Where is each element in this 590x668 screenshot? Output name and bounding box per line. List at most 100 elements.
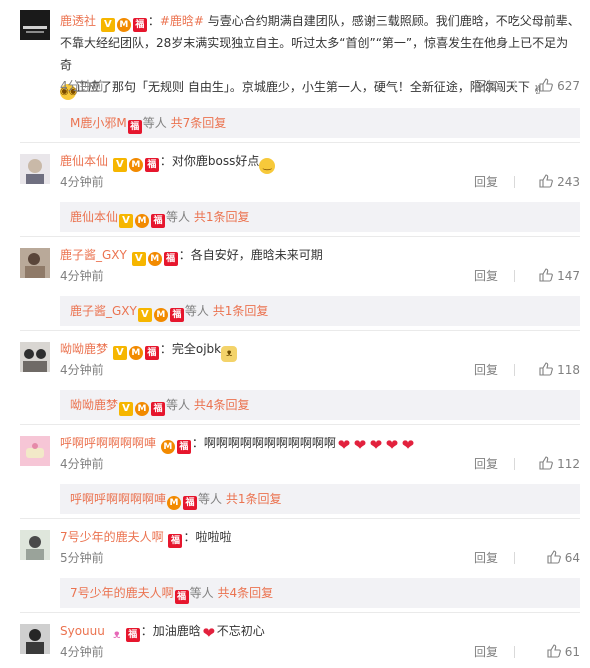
red-envelope-badge-icon: 福 xyxy=(183,496,198,510)
comment-meta: 4分钟前 回复 61 xyxy=(60,642,580,662)
divider xyxy=(20,424,580,425)
like-count: 61 xyxy=(564,645,580,659)
reply-count-link[interactable]: 共1条回复 xyxy=(194,210,250,224)
divider xyxy=(514,646,515,658)
red-envelope-badge-icon[interactable]: 福 xyxy=(163,252,178,266)
comment-text: 啦啦啦 xyxy=(195,530,232,544)
comment-text: 对你鹿boss好点 xyxy=(171,154,260,168)
comment-content: 鹿仙本仙 V M 福：对你鹿boss好点 ‿ xyxy=(60,150,580,174)
reply-button[interactable]: 回复 xyxy=(474,642,498,662)
like-button[interactable]: 627 xyxy=(522,76,580,96)
like-button[interactable]: 112 xyxy=(522,454,580,474)
reply-count-link[interactable]: 共1条回复 xyxy=(226,492,282,506)
thumbs-up-icon xyxy=(547,644,561,658)
reply-count-link[interactable]: 共4条回复 xyxy=(194,398,250,412)
reply-button[interactable]: 回复 xyxy=(474,548,498,568)
like-count: 147 xyxy=(557,269,580,283)
verified-badge-icon: V xyxy=(137,308,152,322)
verified-badge-icon: V xyxy=(119,214,134,228)
reply-button[interactable]: 回复 xyxy=(474,76,498,96)
reply-summary[interactable]: 7号少年的鹿夫人啊福等人 共4条回复 xyxy=(60,578,580,608)
red-envelope-badge-icon[interactable]: 福 xyxy=(168,534,183,548)
comment-username[interactable]: 鹿仙本仙 xyxy=(60,154,108,168)
member-badge-icon[interactable]: M xyxy=(128,158,143,172)
red-envelope-badge-icon[interactable]: 福 xyxy=(125,628,140,642)
timestamp: 4分钟前 xyxy=(60,645,104,659)
comment-text: 啊啊啊啊啊啊啊啊啊啊啊 xyxy=(203,436,336,450)
verified-badge-icon[interactable]: V xyxy=(131,252,146,266)
reply-count-link[interactable]: 共7条回复 xyxy=(171,116,227,130)
comment-colon: ： xyxy=(191,436,204,450)
reply-username[interactable]: 呼啊呼啊啊啊啊唓 xyxy=(70,492,166,506)
divider xyxy=(20,236,580,237)
reply-summary[interactable]: 鹿子酱_GXY V M 福等人 共1条回复 xyxy=(60,296,580,326)
red-envelope-badge-icon[interactable]: 福 xyxy=(132,18,147,32)
comment-content: 鹿子酱_GXY V M 福：各自安好，鹿晗未来可期 xyxy=(60,244,580,266)
avatar[interactable] xyxy=(20,530,50,560)
comment-username[interactable]: 呦呦鹿梦 xyxy=(60,342,108,356)
comment-username[interactable]: 7号少年的鹿夫人啊 xyxy=(60,530,164,544)
divider xyxy=(514,176,515,188)
reply-suffix: 等人 xyxy=(198,492,223,506)
verified-badge-icon[interactable]: V xyxy=(100,18,115,32)
comment-meta: 4分钟前 回复 112 xyxy=(60,454,580,474)
verified-badge-icon[interactable]: V xyxy=(112,346,127,360)
reply-username[interactable]: 7号少年的鹿夫人啊 xyxy=(70,586,174,600)
divider xyxy=(20,330,580,331)
like-button[interactable]: 118 xyxy=(522,360,580,380)
reply-button[interactable]: 回复 xyxy=(474,454,498,474)
avatar[interactable] xyxy=(20,10,50,40)
member-badge-icon[interactable]: M xyxy=(147,252,162,266)
avatar[interactable] xyxy=(20,154,50,184)
member-badge-icon: M xyxy=(135,402,150,416)
member-badge-icon[interactable]: M xyxy=(116,18,131,32)
member-badge-icon: M xyxy=(153,308,168,322)
reply-username[interactable]: 鹿子酱_GXY xyxy=(70,304,137,318)
reply-button[interactable]: 回复 xyxy=(474,172,498,192)
reply-username[interactable]: M鹿小邪M xyxy=(70,116,127,130)
reply-button[interactable]: 回复 xyxy=(474,360,498,380)
reply-username[interactable]: 呦呦鹿梦 xyxy=(70,398,118,412)
thumbs-up-icon xyxy=(539,174,553,188)
reply-username[interactable]: 鹿仙本仙 xyxy=(70,210,118,224)
like-button[interactable]: 147 xyxy=(522,266,580,286)
member-badge-icon[interactable]: M xyxy=(160,440,175,454)
avatar[interactable] xyxy=(20,342,50,372)
comment-colon: ： xyxy=(159,342,172,356)
comment-username[interactable]: 鹿透社 xyxy=(60,14,96,28)
bow-badge-icon: ᴥ xyxy=(113,627,121,641)
reply-count-link[interactable]: 共4条回复 xyxy=(217,586,273,600)
reply-summary[interactable]: M鹿小邪M 福等人 共7条回复 xyxy=(60,108,580,138)
comment-colon: ： xyxy=(159,154,172,168)
like-button[interactable]: 61 xyxy=(522,642,580,662)
red-envelope-badge-icon: 福 xyxy=(169,308,184,322)
comment-username[interactable]: Syouuu xyxy=(60,624,105,638)
heart-emoji-icon: ❤ xyxy=(337,436,351,454)
red-envelope-badge-icon[interactable]: 福 xyxy=(144,346,159,360)
reply-button[interactable]: 回复 xyxy=(474,266,498,286)
red-envelope-badge-icon[interactable]: 福 xyxy=(144,158,159,172)
like-button[interactable]: 243 xyxy=(522,172,580,192)
avatar[interactable] xyxy=(20,436,50,466)
reply-summary[interactable]: 鹿仙本仙 V M 福等人 共1条回复 xyxy=(60,202,580,232)
comment-content: 呦呦鹿梦 V M 福：完全ojbk ᴥ xyxy=(60,338,580,362)
reply-summary[interactable]: 呼啊呼啊啊啊啊唓 M 福等人 共1条回复 xyxy=(60,484,580,514)
topic-link[interactable]: #鹿晗# xyxy=(160,14,204,28)
avatar[interactable] xyxy=(20,624,50,654)
comment-list: 鹿透社 V M 福：#鹿晗# 与壹心合约期满自建团队，感谢三载照顾。我们鹿晗，不吃父… xyxy=(0,0,590,668)
avatar[interactable] xyxy=(20,248,50,278)
comment-username[interactable]: 鹿子酱_GXY xyxy=(60,248,127,262)
comment-content: 呼啊呼啊啊啊啊唓 M 福：啊啊啊啊啊啊啊啊啊啊啊 ❤ ❤ ❤ ❤ ❤ xyxy=(60,432,580,454)
reply-summary[interactable]: 呦呦鹿梦 V M 福等人 共4条回复 xyxy=(60,390,580,420)
red-envelope-badge-icon[interactable]: 福 xyxy=(176,440,191,454)
member-badge-icon[interactable]: M xyxy=(128,346,143,360)
thumbs-up-icon xyxy=(539,456,553,470)
reply-count-link[interactable]: 共1条回复 xyxy=(213,304,269,318)
verified-badge-icon[interactable]: V xyxy=(112,158,127,172)
comment-username[interactable]: 呼啊呼啊啊啊啊唓 xyxy=(60,436,156,450)
comment-text: 各自安好，鹿晗未来可期 xyxy=(190,248,323,262)
comment-colon: ： xyxy=(183,530,196,544)
like-button[interactable]: 64 xyxy=(522,548,580,568)
timestamp: 4分钟前 xyxy=(60,269,104,283)
divider xyxy=(20,142,580,143)
